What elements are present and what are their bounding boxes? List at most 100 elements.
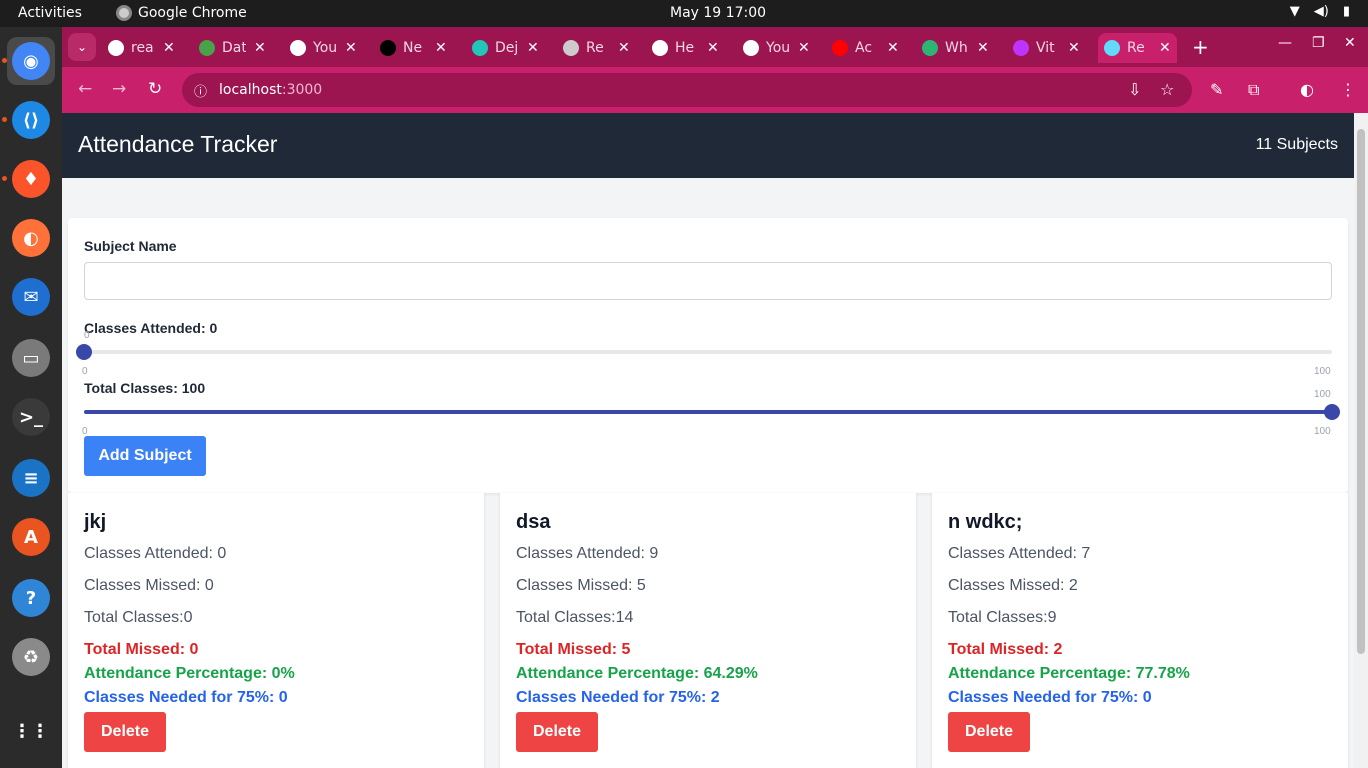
youtube-icon: [832, 40, 848, 56]
browser-tab[interactable]: Re ✕: [563, 33, 630, 63]
delete-subject-button[interactable]: Delete: [948, 712, 1030, 752]
deploy-icon: [472, 40, 488, 56]
address-bar[interactable]: ⓘ localhost:3000: [182, 73, 1192, 107]
classes-missed-text: Classes Missed: 5: [516, 577, 646, 594]
dock-files[interactable]: ▭: [7, 334, 55, 382]
reload-button[interactable]: ↻: [148, 79, 162, 99]
close-tab-icon[interactable]: ✕: [163, 40, 175, 56]
total-missed-text: Total Missed: 5: [516, 641, 631, 658]
close-tab-icon[interactable]: ✕: [254, 40, 266, 56]
volume-icon: ◀): [1313, 4, 1329, 19]
attended-min-label: 0: [82, 366, 88, 377]
total-classes-text: Total Classes:9: [948, 609, 1057, 626]
total-classes-label: Total Classes: 100: [84, 380, 206, 396]
subject-name-input[interactable]: [84, 262, 1332, 300]
nextjs-icon: [380, 40, 396, 56]
bookmark-star-icon[interactable]: ☆: [1160, 80, 1174, 99]
dock-trash[interactable]: ♻: [7, 633, 55, 681]
tab-title: Dat: [222, 40, 246, 56]
classes-attended-label: Classes Attended: 0: [84, 320, 218, 336]
browser-tab[interactable]: Wh ✕: [922, 33, 989, 63]
doc-icon: [922, 40, 938, 56]
dock-brave[interactable]: ♦: [7, 155, 55, 203]
browser-tab[interactable]: Vit ✕: [1013, 33, 1080, 63]
browser-tab[interactable]: He ✕: [652, 33, 719, 63]
close-tab-icon[interactable]: ✕: [798, 40, 810, 56]
install-app-icon[interactable]: ⇩: [1128, 80, 1141, 99]
running-indicator: [2, 176, 7, 181]
system-tray[interactable]: ▼ ◀) ▮: [1290, 4, 1350, 19]
add-subject-button[interactable]: Add Subject: [84, 436, 206, 476]
close-tab-icon[interactable]: ✕: [1068, 40, 1080, 56]
classes-missed-text: Classes Missed: 2: [948, 577, 1078, 594]
browser-tab[interactable]: Dat ✕: [199, 33, 266, 63]
browser-tab[interactable]: Ac ✕: [832, 33, 899, 63]
chrome-icon: [116, 5, 132, 21]
back-button[interactable]: ←: [78, 79, 92, 99]
dock-show-apps[interactable]: ⋮⋮: [7, 707, 55, 755]
mongodb-icon: [199, 40, 215, 56]
close-tab-icon[interactable]: ✕: [435, 40, 447, 56]
dock-terminal[interactable]: >_: [7, 393, 55, 441]
dock-firefox[interactable]: ◐: [7, 214, 55, 262]
dock-thunderbird[interactable]: ✉: [7, 273, 55, 321]
forward-button[interactable]: →: [112, 79, 126, 99]
classes-needed-text: Classes Needed for 75%: 0: [84, 689, 288, 706]
dock-vscode[interactable]: ⟨⟩: [7, 96, 55, 144]
subject-card: dsa Classes Attended: 9 Classes Missed: 5 T…: [500, 493, 916, 768]
close-tab-icon[interactable]: ✕: [977, 40, 989, 56]
close-tab-icon[interactable]: ✕: [707, 40, 719, 56]
dock-writer[interactable]: ≡: [7, 454, 55, 502]
tab-title: He: [675, 40, 695, 56]
chrome-menu-icon[interactable]: ⋮: [1340, 80, 1356, 99]
total-max-label: 100: [1314, 426, 1331, 437]
brave-icon: ♦: [12, 160, 50, 198]
profile-avatar[interactable]: ◐: [1300, 80, 1314, 99]
browser-tab[interactable]: Dej ✕: [472, 33, 539, 63]
browser-tab[interactable]: You ✕: [743, 33, 810, 63]
extensions-puzzle-icon[interactable]: ⧉: [1248, 80, 1259, 100]
tab-title: You: [766, 40, 790, 56]
browser-tab[interactable]: Ne ✕: [380, 33, 447, 63]
dock-chrome[interactable]: ◉: [7, 37, 55, 85]
trash-icon: ♻: [12, 638, 50, 676]
site-info-icon[interactable]: ⓘ: [194, 81, 207, 100]
close-tab-icon[interactable]: ✕: [618, 40, 630, 56]
thunderbird-icon: ✉: [12, 278, 50, 316]
minimize-button[interactable]: —: [1278, 35, 1292, 51]
total-classes-thumb[interactable]: [1324, 404, 1340, 420]
new-tab-button[interactable]: +: [1192, 35, 1209, 59]
total-missed-text: Total Missed: 2: [948, 641, 1063, 658]
delete-subject-button[interactable]: Delete: [516, 712, 598, 752]
browser-tab[interactable]: rea ✕: [108, 33, 175, 63]
close-tab-icon[interactable]: ✕: [345, 40, 357, 56]
system-top-bar: Activities Google Chrome May 19 17:00 ▼ …: [0, 0, 1368, 27]
total-classes-slider[interactable]: [84, 410, 1332, 414]
browser-tab[interactable]: Re ✕: [1098, 33, 1177, 63]
dock-help[interactable]: ?: [7, 574, 55, 622]
dock-app-center[interactable]: A: [7, 513, 55, 561]
close-tab-icon[interactable]: ✕: [1159, 40, 1171, 56]
total-slider-value: 100: [1314, 389, 1331, 400]
classes-needed-text: Classes Needed for 75%: 0: [948, 689, 1152, 706]
maximize-button[interactable]: ❐: [1312, 35, 1325, 51]
scrollbar-thumb[interactable]: [1357, 129, 1365, 654]
clock[interactable]: May 19 17:00: [670, 5, 766, 21]
add-subject-form: Subject Name Classes Attended: 0 0 0 100…: [68, 218, 1348, 493]
classes-attended-slider[interactable]: [84, 350, 1332, 354]
app-menu[interactable]: Google Chrome: [116, 5, 247, 21]
browser-tab[interactable]: You ✕: [290, 33, 357, 63]
activities-button[interactable]: Activities: [18, 5, 82, 21]
close-tab-icon[interactable]: ✕: [527, 40, 539, 56]
tab-title: Vit: [1036, 40, 1055, 56]
delete-subject-button[interactable]: Delete: [84, 712, 166, 752]
extension-icon[interactable]: ✎: [1210, 80, 1223, 99]
react-icon: [1104, 40, 1120, 56]
tab-search-button[interactable]: ⌄: [68, 33, 96, 61]
close-window-button[interactable]: ✕: [1344, 35, 1356, 51]
subject-count: 11 Subjects: [1255, 136, 1338, 153]
classes-attended-thumb[interactable]: [76, 344, 92, 360]
page-scrollbar[interactable]: [1354, 113, 1368, 768]
close-tab-icon[interactable]: ✕: [887, 40, 899, 56]
subject-name-label: Subject Name: [84, 238, 177, 254]
